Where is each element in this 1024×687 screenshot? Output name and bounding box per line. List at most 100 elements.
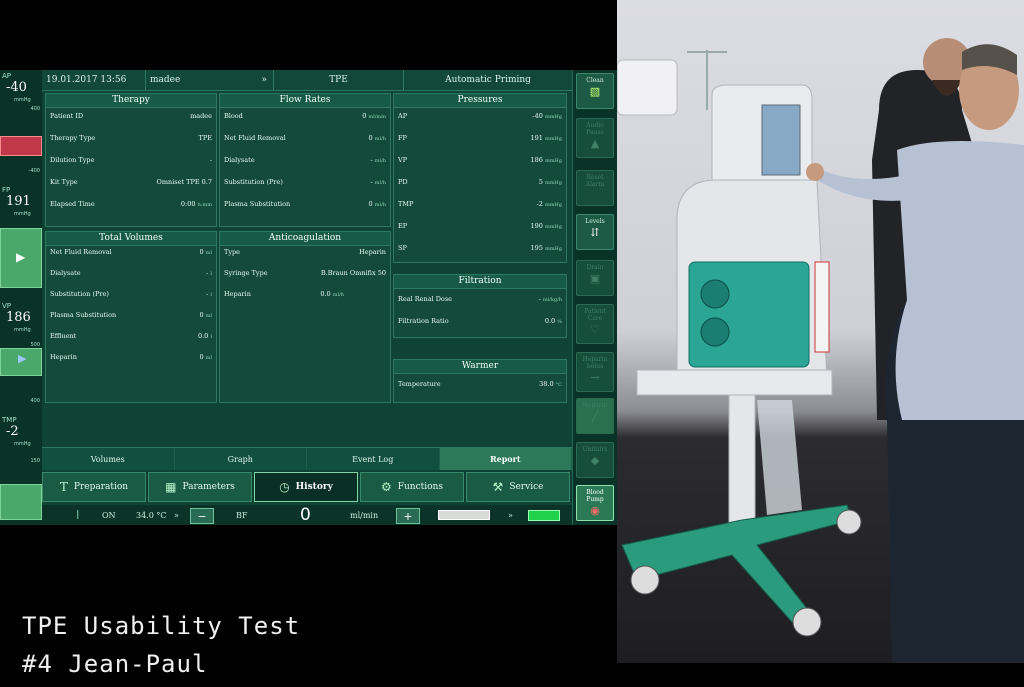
- panel-title: Total Volumes: [46, 232, 216, 246]
- tab-history[interactable]: ◷ History: [254, 472, 358, 502]
- wall-monitor: [617, 59, 678, 116]
- gauge-bar: [0, 484, 42, 520]
- value-unit: mmHg: [544, 202, 562, 208]
- heparin-button[interactable]: Heparin ╱: [576, 398, 614, 434]
- value-number: 0: [199, 248, 204, 256]
- value-unit: ml/h: [374, 202, 386, 208]
- drain-button[interactable]: Drain ▣: [576, 260, 614, 296]
- value-unit: mmHg: [544, 246, 562, 252]
- row-label: Net Fluid Removal: [224, 134, 286, 142]
- tab-service[interactable]: ⚒ Service: [466, 472, 570, 502]
- tab-label: History: [295, 482, 333, 492]
- decrease-flow-button[interactable]: −: [190, 508, 214, 524]
- row-label: Plasma Substitution: [224, 200, 291, 208]
- row-value: -: [209, 156, 212, 164]
- row-value: B.Braun Omnifix 50: [320, 269, 386, 277]
- bottom-control-bar: ǀ ON 34.0 °C » − BF 0 ml/min + »: [42, 505, 572, 525]
- datetime: 19.01.2017 13:56: [42, 70, 146, 90]
- button-label: Drain: [586, 264, 604, 271]
- value-number: 195: [530, 244, 543, 252]
- clock-icon: ◷: [279, 480, 290, 494]
- row-value: 0 ml: [199, 248, 212, 256]
- test-scene-illustration: [617, 38, 1024, 663]
- value-number: 0.0: [320, 290, 331, 298]
- value-unit: h:mm: [197, 202, 212, 208]
- device-tray: [636, 369, 833, 396]
- clean-button[interactable]: Clean ▧: [576, 73, 614, 109]
- blood-pump-button[interactable]: Blood Pump ◉: [576, 485, 614, 521]
- row-value: 0:00 h:mm: [181, 200, 212, 208]
- battery-icon: [528, 510, 560, 521]
- gauge-unit: mmHg: [14, 441, 31, 447]
- heparin-bolus-button[interactable]: Heparin bolus →: [576, 352, 614, 392]
- gear-icon: ⚙: [381, 480, 392, 494]
- user-field[interactable]: madee »: [146, 70, 274, 90]
- unitairs-button[interactable]: Unitairs ◆: [576, 442, 614, 478]
- button-label: Clean: [586, 77, 604, 84]
- row-value: 195 mmHg: [530, 244, 562, 252]
- gauge-vp[interactable]: VP 186 mmHg 500 ▶ 400: [0, 300, 42, 408]
- button-label: Reset Alarm: [585, 174, 605, 188]
- subtab-graph[interactable]: Graph: [175, 448, 307, 470]
- value-number: -2: [536, 200, 543, 208]
- row-label: Plasma Substitution: [50, 311, 117, 319]
- panel-title: Warmer: [394, 360, 566, 374]
- row-label: Substitution (Pre): [224, 178, 283, 186]
- panel-title: Filtration: [394, 275, 566, 289]
- play-arrow-icon: ▶: [16, 250, 26, 264]
- row-value: -2 mmHg: [537, 200, 562, 208]
- subtab-volumes[interactable]: Volumes: [42, 448, 175, 470]
- row-value: 0.0 %: [545, 317, 562, 325]
- row-label: Blood: [224, 112, 243, 120]
- gauge-ap[interactable]: AP -40 mmHg 400 -400: [0, 70, 42, 178]
- value-unit: mmHg: [544, 180, 562, 186]
- row-value: - l: [206, 269, 212, 277]
- user-hand: [806, 163, 824, 181]
- row-value: 0 ml/min: [362, 112, 386, 120]
- value-unit: ml/min: [368, 114, 386, 120]
- value-number: 0: [368, 134, 373, 142]
- right-function-rail: Clean ▧ Audio Pause ▲ Reset Alarm Levels…: [572, 70, 617, 525]
- increase-flow-button[interactable]: +: [396, 508, 420, 524]
- therapy-panel: Therapy Patient ID madee Therapy Type TPE …: [45, 93, 217, 227]
- value-number: 5: [538, 178, 543, 186]
- row-label: AP: [398, 112, 408, 120]
- device-touchscreen: [761, 104, 801, 176]
- row-label: Syringe Type: [224, 269, 268, 277]
- caster-wheel: [836, 509, 862, 535]
- gauge-fp[interactable]: FP 191 mmHg ▶: [0, 184, 42, 294]
- levels-button[interactable]: Levels ⇵: [576, 214, 614, 250]
- panel-title: Pressures: [394, 94, 566, 108]
- device-column: [728, 394, 756, 526]
- caster-wheel: [630, 565, 660, 595]
- value-number: 191: [530, 134, 543, 142]
- tab-preparation[interactable]: T Preparation: [42, 472, 146, 502]
- audio-pause-button[interactable]: Audio Pause ▲: [576, 118, 614, 158]
- panel-title: Anticoagulation: [220, 232, 390, 246]
- gauge-tmp[interactable]: TMP -2 mmHg 150: [0, 414, 42, 525]
- patient-care-button[interactable]: Patient Care ♡: [576, 304, 614, 344]
- value-number: 0: [199, 311, 204, 319]
- blood-pump-icon: ◉: [590, 504, 600, 517]
- row-label: Dialysate: [50, 269, 81, 277]
- tab-functions[interactable]: ⚙ Functions: [360, 472, 464, 502]
- value-number: 38.0: [539, 380, 554, 388]
- pressures-panel: Pressures AP -40 mmHg FP 191 mmHg VP 186 mm…: [393, 93, 567, 263]
- unitairs-icon: ◆: [590, 454, 600, 467]
- subtab-event-log[interactable]: Event Log: [307, 448, 440, 470]
- row-label: FP: [398, 134, 407, 142]
- value-number: -: [370, 156, 373, 164]
- button-label: Blood Pump: [586, 489, 604, 503]
- value-number: -: [206, 290, 209, 298]
- row-label: Effluent: [50, 332, 77, 340]
- subtab-report[interactable]: Report: [439, 448, 572, 470]
- reset-alarm-button[interactable]: Reset Alarm: [576, 170, 614, 206]
- heater-temperature: 34.0 °C: [136, 510, 167, 520]
- tab-parameters[interactable]: ▦ Parameters: [148, 472, 252, 502]
- row-value: - l: [206, 290, 212, 298]
- row-value: Heparin: [359, 248, 386, 256]
- panel-title: Therapy: [46, 94, 216, 108]
- gauge-tick-bottom: 400: [30, 398, 40, 404]
- heparin-icon: ╱: [591, 410, 599, 423]
- row-value: - ml/h: [370, 156, 386, 164]
